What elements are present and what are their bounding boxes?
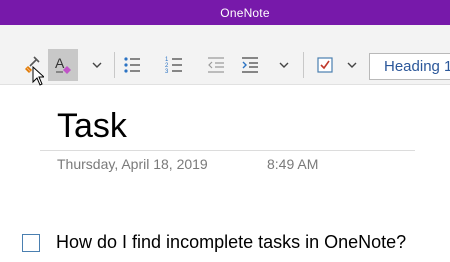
bullets-button[interactable] [117, 49, 147, 81]
indent-icon [242, 57, 258, 73]
more-formatting-dropdown[interactable] [84, 49, 110, 81]
increase-indent-button[interactable] [235, 49, 265, 81]
bulleted-list-icon [124, 57, 140, 73]
app-title: OneNote [220, 5, 270, 20]
page-title[interactable]: Task [57, 104, 127, 148]
todo-checkbox[interactable] [22, 233, 40, 252]
numbered-list-icon: 1 2 3 [165, 57, 182, 75]
chevron-down-icon [92, 62, 102, 68]
title-underline [40, 150, 415, 151]
title-bar: OneNote [0, 0, 450, 25]
chevron-down-icon [279, 62, 289, 68]
outdent-icon [208, 57, 224, 73]
ribbon-separator [114, 52, 115, 78]
paragraph-dropdown[interactable] [271, 49, 297, 81]
checkbox-checked-icon [317, 57, 333, 73]
svg-text:3: 3 [165, 69, 169, 75]
clear-formatting-button[interactable]: A [48, 49, 78, 81]
page-time: 8:49 AM [267, 156, 319, 172]
mouse-pointer-icon [32, 65, 46, 91]
tags-dropdown[interactable] [340, 49, 364, 81]
numbering-button[interactable]: 1 2 3 [159, 49, 189, 81]
ribbon-divider [0, 84, 450, 85]
chevron-down-icon [347, 62, 357, 68]
svg-text:A: A [55, 55, 65, 71]
todo-tag-button[interactable] [310, 49, 340, 81]
page-date: Thursday, April 18, 2019 [57, 156, 208, 172]
todo-item: How do I find incomplete tasks in OneNot… [22, 232, 406, 253]
style-selector[interactable]: Heading 1 [369, 53, 450, 80]
todo-item-text[interactable]: How do I find incomplete tasks in OneNot… [56, 232, 406, 253]
ribbon-separator [303, 52, 304, 78]
style-selector-value: Heading 1 [384, 58, 450, 75]
decrease-indent-button[interactable] [201, 49, 231, 81]
clear-formatting-icon: A [55, 55, 71, 74]
